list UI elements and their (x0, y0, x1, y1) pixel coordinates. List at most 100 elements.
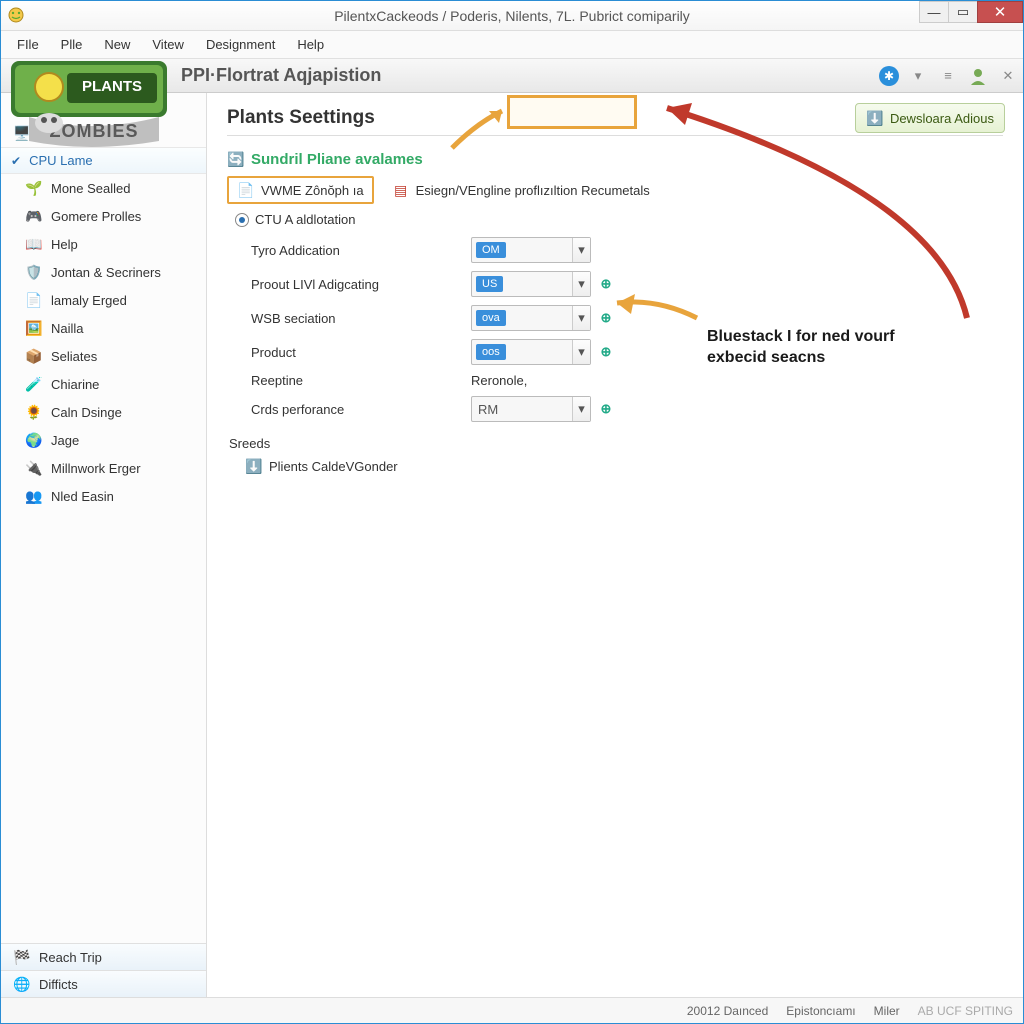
sub-item-label: Plients CaldeVGonder (269, 459, 398, 474)
select-value: OM (476, 242, 506, 258)
sidebar-header-cpu[interactable]: CPU Lame (1, 147, 206, 174)
sun-icon: 🌻 (25, 403, 43, 421)
main: PLANTS ZOMBIES 🖥️ Sallout CPU Lame 🌱Mone… (1, 93, 1023, 997)
titlebar: PilentxCackeods / Poderis, Nilents, 7L. … (1, 1, 1023, 31)
sidebar-label: CPU Lame (29, 153, 93, 168)
label-r4: Product (251, 345, 471, 360)
radio-ctu[interactable]: CTU A aldlotation (235, 212, 1003, 227)
menu-file[interactable]: FIle (7, 34, 49, 55)
status-a: 20012 Daınced (687, 1004, 768, 1018)
sidebar-item-0[interactable]: 🌱Mone Sealled (1, 174, 206, 202)
select-value: US (476, 276, 503, 292)
add-icon[interactable]: ⊕ (591, 310, 621, 326)
tab-wvme[interactable]: 📄 VWME Zônŏph ıa (227, 176, 374, 204)
select-r3[interactable]: ova▾ (471, 305, 591, 331)
refresh-icon: 🔄 (227, 150, 245, 168)
sidebar-item-label: Caln Dsinge (51, 405, 122, 420)
annotation-text: Bluestack I for ned vourf exbecid seacns (707, 327, 947, 369)
sidebar-item-9[interactable]: 🌍Jage (1, 426, 206, 454)
sidebar-item-label: Seliates (51, 349, 97, 364)
download-small-icon: ⬇️ (245, 457, 263, 475)
tabs-row: 📄 VWME Zônŏph ıa ▤ Esiegn/VEngline profl… (227, 176, 1003, 204)
label-r3: WSB seciation (251, 311, 471, 326)
chevron-down-icon: ▾ (572, 397, 590, 421)
label-r5: Reeptine (251, 373, 471, 388)
close-panel-icon[interactable]: ✕ (997, 65, 1019, 87)
chevron-down-icon: ▾ (572, 272, 590, 296)
tab-label: Esiegn/VEngline proflızıltion Recumetals (416, 183, 650, 198)
people-icon: 👥 (25, 487, 43, 505)
box-icon: 📦 (25, 347, 43, 365)
sidebar-bottom-diffcts[interactable]: 🌐 Difficts (1, 970, 206, 997)
sidebar-item-6[interactable]: 📦 Seliates (1, 342, 206, 370)
maximize-button[interactable]: ▭ (948, 1, 978, 23)
add-icon[interactable]: ⊕ (591, 344, 621, 360)
sidebar-item-label: Help (51, 237, 78, 252)
section-title: 🔄 Sundril Pliane avalames (227, 150, 1003, 168)
check-icon (11, 153, 21, 168)
statusbar: 20012 Daınced Epistoncıamı Miler AB UCF … (1, 997, 1023, 1023)
select-r4[interactable]: oos▾ (471, 339, 591, 365)
chevron-down-icon[interactable]: ▾ (907, 65, 929, 87)
page-icon: 📄 (237, 181, 255, 199)
pvz-logo: PLANTS ZOMBIES (1, 59, 206, 119)
radio-label: CTU A aldlotation (255, 212, 355, 227)
tab-engine[interactable]: ▤ Esiegn/VEngline proflızıltion Recumeta… (384, 178, 658, 202)
minimize-button[interactable]: — (919, 1, 949, 23)
menu-designment[interactable]: Designment (196, 34, 285, 55)
sidebar-item-8[interactable]: 🌻 Caln Dsinge (1, 398, 206, 426)
network-icon: 🔌 (25, 459, 43, 477)
sidebar-item-10[interactable]: 🔌 Millnwork Erger (1, 454, 206, 482)
select-r2[interactable]: US ▾ (471, 271, 591, 297)
menubar: FIle Plle New Vitew Designment Help (1, 31, 1023, 59)
flag-icon: 🏁 (13, 948, 31, 966)
status-c: Miler (874, 1004, 900, 1018)
sidebar-item-label: Millnwork Erger (51, 461, 141, 476)
add-icon[interactable]: ⊕ (591, 276, 621, 292)
sidebar-bottom-reach[interactable]: 🏁 Reach Trip (1, 943, 206, 970)
chevron-down-icon: ▾ (572, 238, 590, 262)
sidebar-item-label: Chiarine (51, 377, 99, 392)
sidebar-item-5[interactable]: 🖼️Nailla (1, 314, 206, 342)
menu-view[interactable]: Vitew (142, 34, 194, 55)
sub-item-plients[interactable]: ⬇️ Plients CaldeVGonder (245, 457, 1003, 475)
sidebar-item-label: lamaly Erged (51, 293, 127, 308)
download-button[interactable]: ⬇️ Dewsloara Adious (855, 103, 1005, 133)
sidebar-item-label: Reach Trip (39, 950, 102, 965)
sidebar-item-label: Difficts (39, 977, 78, 992)
world-icon: 🌐 (13, 975, 31, 993)
select-r6[interactable]: RM ▾ (471, 396, 591, 422)
list-icon: ▤ (392, 181, 410, 199)
select-value: RM (472, 402, 504, 417)
app-title: PPI·Flortrat Aqjapistion (181, 65, 381, 86)
sidebar-item-label: Nailla (51, 321, 84, 336)
menu-new[interactable]: New (94, 34, 140, 55)
select-value: ova (476, 310, 506, 326)
content: ⬇️ Dewsloara Adious Plants Seettings 🔄 S… (207, 93, 1023, 997)
menu-plle[interactable]: Plle (51, 34, 93, 55)
divider (227, 135, 1003, 136)
flask-icon: 🧪 (25, 375, 43, 393)
sidebar-item-3[interactable]: 🛡️Jontan & Secriners (1, 258, 206, 286)
sidebar-item-label: Jage (51, 433, 79, 448)
label-r1: Tyro Addication (251, 243, 471, 258)
add-icon[interactable]: ⊕ (591, 401, 621, 417)
status-b: Epistoncıamı (786, 1004, 855, 1018)
sidebar-item-11[interactable]: 👥 Nled Easin (1, 482, 206, 510)
tab-label: VWME Zônŏph ıa (261, 183, 364, 198)
sidebar-item-2[interactable]: 📖Help (1, 230, 206, 258)
sidebar-item-label: Nled Easin (51, 489, 114, 504)
select-r1[interactable]: OM ▾ (471, 237, 591, 263)
leaf-icon: 🌱 (25, 179, 43, 197)
sidebar-item-4[interactable]: 📄lamaly Erged (1, 286, 206, 314)
app-icon (7, 6, 25, 24)
bluetooth-icon[interactable]: ✱ (879, 66, 899, 86)
filter-icon[interactable]: ≡ (937, 65, 959, 87)
status-d: AB UCF SPITING (918, 1004, 1013, 1018)
radio-icon (235, 213, 249, 227)
avatar-icon[interactable] (967, 65, 989, 87)
sidebar-item-1[interactable]: 🎮Gomere Prolles (1, 202, 206, 230)
sidebar-item-7[interactable]: 🧪 Chiarine (1, 370, 206, 398)
close-button[interactable]: ✕ (977, 1, 1023, 23)
menu-help[interactable]: Help (287, 34, 334, 55)
